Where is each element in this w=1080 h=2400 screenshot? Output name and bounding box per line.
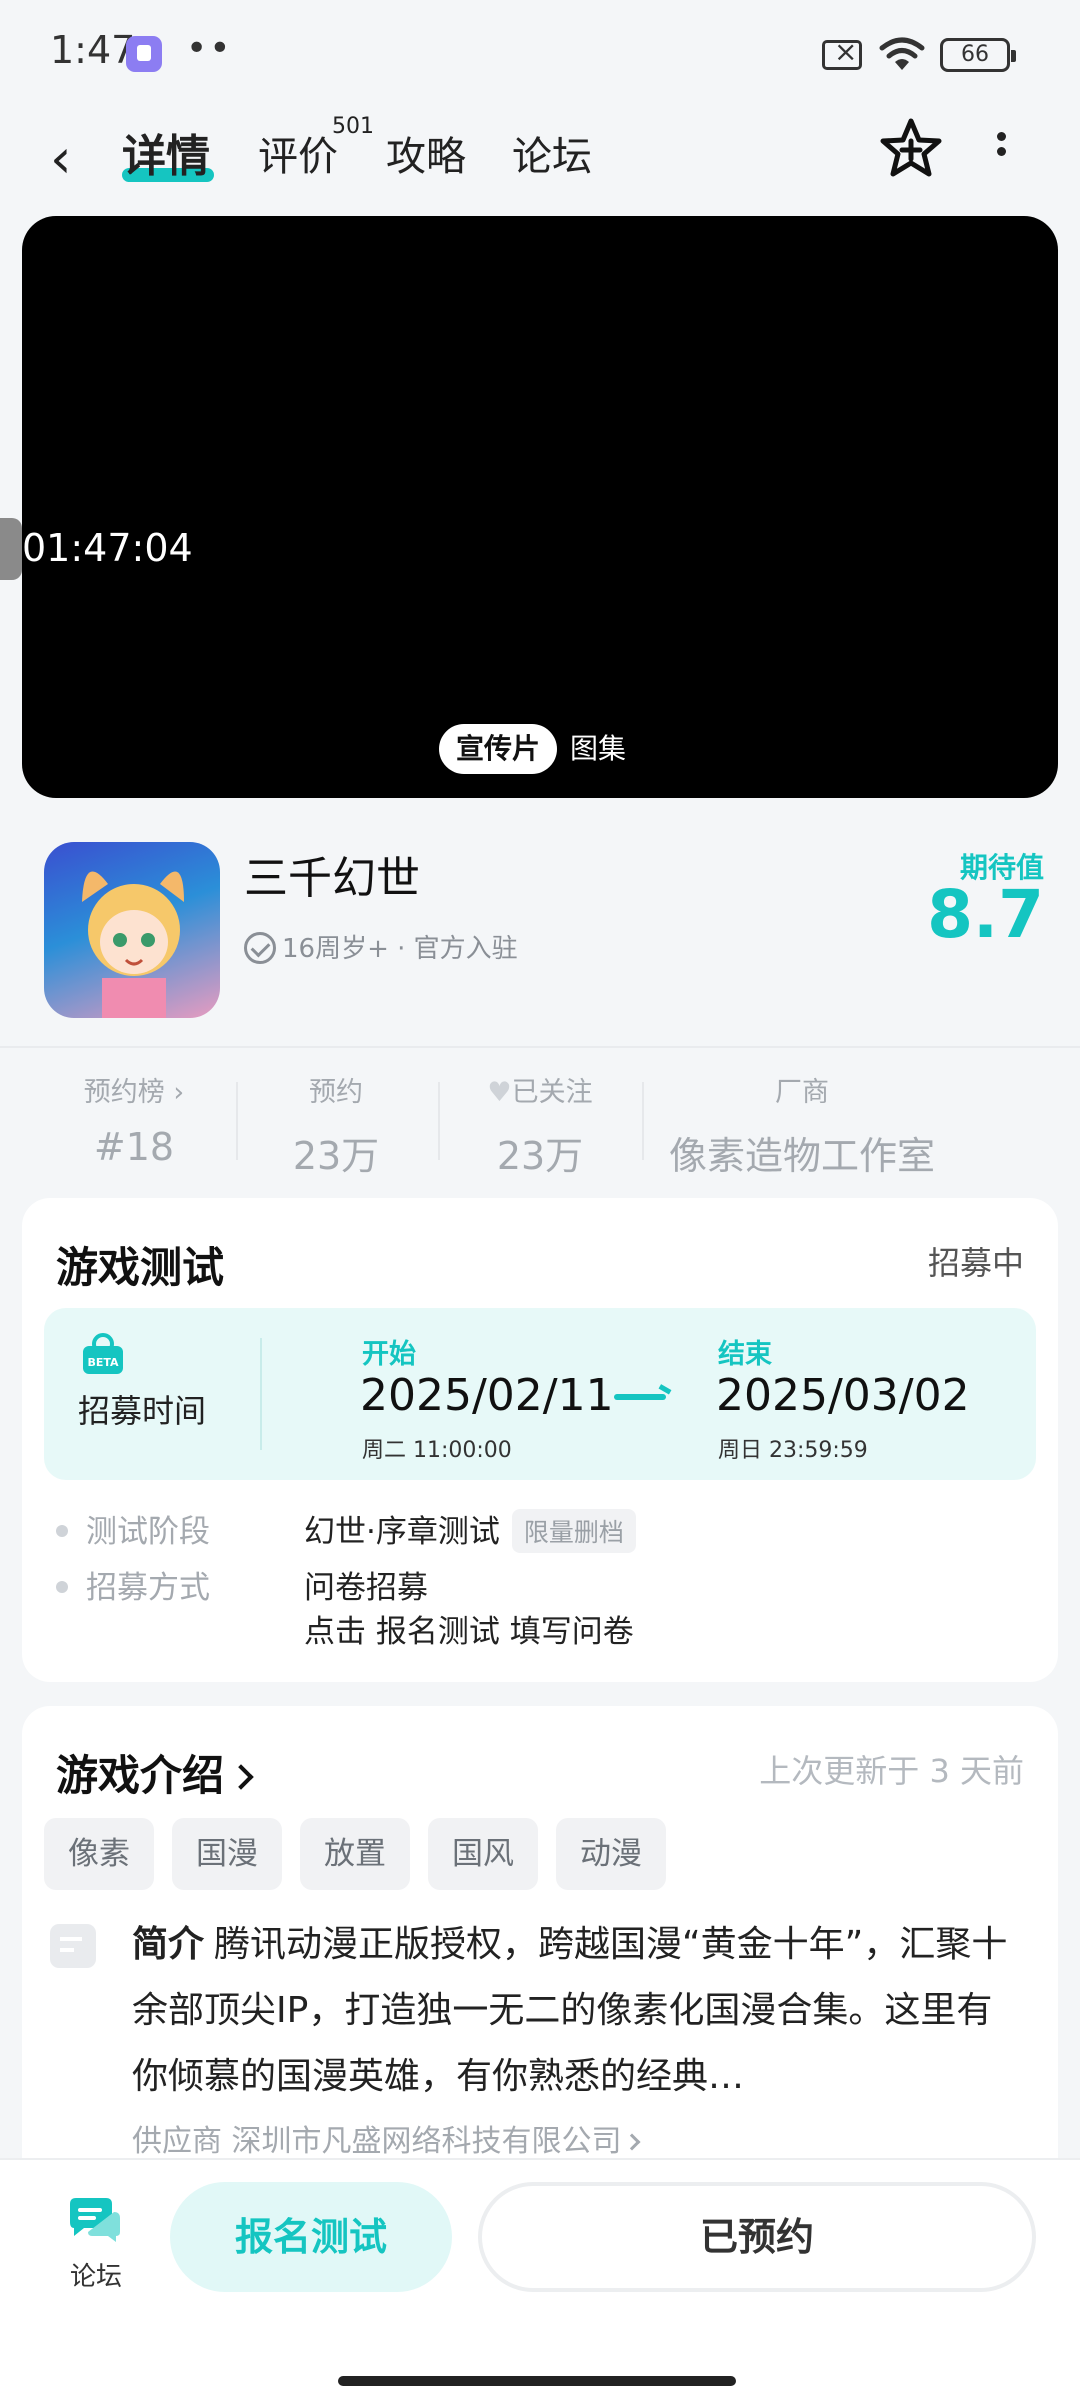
status-time: 1:47 <box>50 28 136 72</box>
recruit-method-key: 招募方式 <box>86 1570 210 1606</box>
wifi-icon <box>879 37 925 70</box>
end-date: 2025/03/02 <box>716 1370 970 1421</box>
tab-trailer[interactable]: 宣传片 <box>439 724 557 774</box>
status-bar: 1:47 •• 66 <box>0 0 1080 110</box>
test-stage-row: 测试阶段 <box>56 1506 210 1551</box>
tab-gallery[interactable]: 图集 <box>570 724 626 774</box>
stat-developer[interactable]: 厂商 像素造物工作室 <box>664 1070 940 1180</box>
recruit-time-label: 招募时间 <box>78 1392 207 1430</box>
recruit-method-row: 招募方式 <box>56 1562 210 1607</box>
review-count-badge: 501 <box>332 114 374 139</box>
svg-text:BETA: BETA <box>87 1356 119 1369</box>
stage-tag: 限量删档 <box>511 1508 636 1553</box>
tag-list: 像素 国漫 放置 国风 动漫 <box>44 1818 666 1890</box>
test-stage-value-wrap: 幻世·序章测试 限量删档 <box>304 1506 636 1556</box>
age-official-text: 16周岁+ · 官方入驻 <box>282 934 518 964</box>
stat-bookings: 预约 23万 <box>270 1070 402 1180</box>
stat-followed-label: 已关注 <box>511 1077 593 1108</box>
divider <box>438 1082 440 1160</box>
forum-label[interactable]: 论坛 <box>66 2256 126 2293</box>
bullet <box>56 1580 68 1593</box>
test-stage-value: 幻世·序章测试 <box>304 1514 500 1550</box>
game-title: 三千幻世 <box>244 853 420 904</box>
tag-item[interactable]: 像素 <box>44 1818 154 1890</box>
booked-button[interactable]: 已预约 <box>478 2182 1036 2292</box>
stat-rank-label: 预约榜 <box>83 1077 165 1108</box>
no-sim-icon <box>822 35 862 70</box>
divider <box>0 1046 1080 1048</box>
recruit-method-detail: 点击 报名测试 填写问卷 <box>304 1614 634 1650</box>
tab-details[interactable]: 详情 <box>122 120 210 184</box>
supplier-text: 供应商 深圳市凡盛网络科技有限公司 <box>132 2124 622 2159</box>
game-icon <box>44 842 220 1018</box>
divider <box>642 1082 644 1160</box>
intro-text[interactable]: 简介 腾讯动漫正版授权，跨越国漫“黄金十年”，汇聚十余部顶尖IP，打造独一无二的像… <box>132 1912 1012 2110</box>
tag-item[interactable]: 动漫 <box>556 1818 666 1890</box>
beta-icon: BETA <box>83 1333 123 1374</box>
supplier-link[interactable]: 供应商 深圳市凡盛网络科技有限公司 <box>132 2116 641 2160</box>
stat-developer-label: 厂商 <box>775 1077 829 1108</box>
favorite-star-icon[interactable] <box>878 116 944 182</box>
intro-body: 腾讯动漫正版授权，跨越国漫“黄金十年”，汇聚十余部顶尖IP，打造独一无二的像素化… <box>132 1924 1008 2097</box>
tab-forum[interactable]: 论坛 <box>512 124 592 182</box>
tab-reviews[interactable]: 评价 <box>258 124 338 182</box>
more-notifications-icon: •• <box>186 28 233 69</box>
home-indicator[interactable] <box>338 2376 736 2386</box>
expect-score: 8.7 <box>927 876 1044 953</box>
chevron-right-icon <box>228 1764 254 1790</box>
notification-app-icon <box>126 36 162 72</box>
video-timestamp: 01:47:04 <box>22 526 193 570</box>
divider <box>260 1338 262 1450</box>
stat-bookings-label: 预约 <box>309 1077 363 1108</box>
game-intro-title-text: 游戏介绍 <box>56 1751 225 1800</box>
bullet <box>56 1524 68 1537</box>
test-stage-key: 测试阶段 <box>86 1514 210 1550</box>
heart-check-icon: ♥ <box>487 1077 512 1108</box>
video-player[interactable]: 01:47:04 宣传片 图集 <box>22 216 1058 798</box>
game-meta: 16周岁+ · 官方入驻 <box>244 928 518 966</box>
game-test-card: 游戏测试 招募中 BETA 招募时间 开始 2025/02/11 周二 11:0… <box>22 1198 1058 1682</box>
document-icon <box>50 1924 96 1968</box>
join-test-button[interactable]: 报名测试 <box>170 2182 452 2292</box>
recruit-method-value: 问卷招募 <box>304 1570 428 1606</box>
start-date: 2025/02/11 <box>360 1370 614 1421</box>
divider <box>236 1082 238 1160</box>
start-time: 周二 11:00:00 <box>362 1438 512 1463</box>
arrow-right-icon <box>614 1394 666 1400</box>
stat-rank-value: #18 <box>93 1125 175 1169</box>
end-label: 结束 <box>718 1339 772 1370</box>
tag-item[interactable]: 放置 <box>300 1818 410 1890</box>
recruit-time-box: BETA 招募时间 开始 2025/02/11 周二 11:00:00 结束 2… <box>44 1308 1036 1480</box>
more-options-icon[interactable] <box>986 126 1016 180</box>
chevron-right-icon: › <box>164 1077 185 1108</box>
stat-followed[interactable]: ♥已关注 23万 <box>472 1070 608 1180</box>
last-updated: 上次更新于 3 天前 <box>759 1752 1024 1790</box>
forum-chat-icon[interactable] <box>66 2194 124 2246</box>
battery-icon: 66 <box>940 38 1016 72</box>
tag-item[interactable]: 国漫 <box>172 1818 282 1890</box>
game-test-title: 游戏测试 <box>56 1243 225 1292</box>
game-intro-title[interactable]: 游戏介绍 <box>56 1742 254 1803</box>
chevron-right-icon <box>623 2133 641 2151</box>
tag-item[interactable]: 国风 <box>428 1818 538 1890</box>
stat-developer-value: 像素造物工作室 <box>668 1134 935 1178</box>
stat-bookings-value: 23万 <box>292 1134 380 1178</box>
stat-rank[interactable]: 预约榜 › #18 <box>66 1070 202 1169</box>
start-label: 开始 <box>362 1339 416 1370</box>
back-icon[interactable]: ‹ <box>50 132 100 192</box>
stat-followed-value: 23万 <box>496 1134 584 1178</box>
side-handle[interactable] <box>0 518 22 580</box>
verified-check-icon <box>244 931 276 964</box>
end-time: 周日 23:59:59 <box>718 1438 868 1463</box>
tab-guides[interactable]: 攻略 <box>386 124 466 182</box>
bottom-action-bar: 论坛 报名测试 已预约 <box>0 2158 1080 2400</box>
game-intro-card: 游戏介绍 上次更新于 3 天前 像素 国漫 放置 国风 动漫 简介 腾讯动漫正版授… <box>22 1706 1058 2186</box>
top-nav: ‹ 详情 评价 501 攻略 论坛 <box>0 110 1080 210</box>
recruit-status: 招募中 <box>927 1244 1024 1282</box>
intro-prefix: 简介 <box>132 1924 205 1965</box>
